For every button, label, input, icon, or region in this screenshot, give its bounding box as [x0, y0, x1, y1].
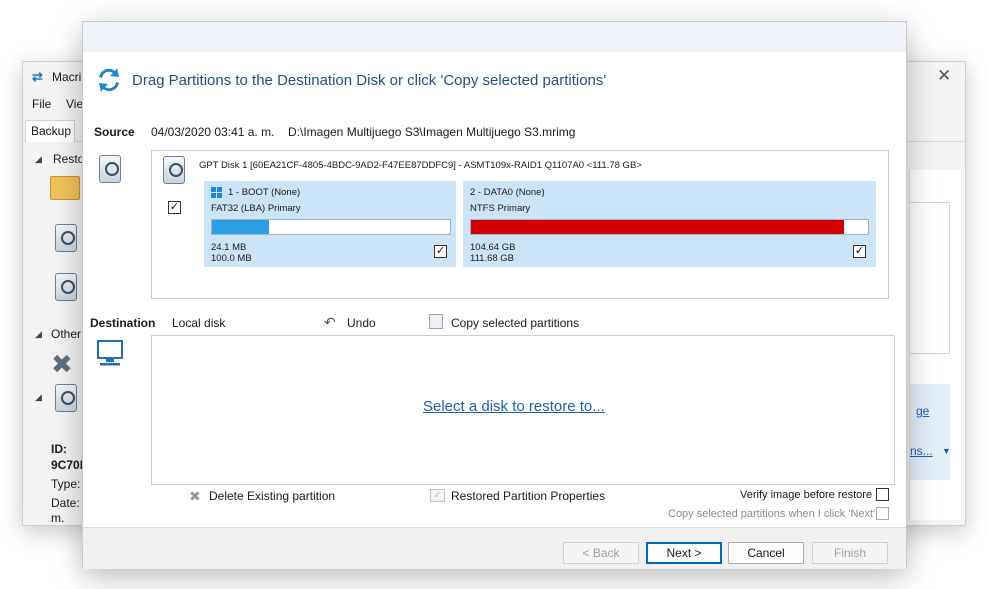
dialog-footer: < Back Next > Cancel Finish [83, 527, 906, 569]
bg-panel [910, 202, 950, 354]
copy-next-label: Copy selected partitions when I click 'N… [668, 508, 876, 520]
dropdown-arrow-icon[interactable]: ▼ [942, 446, 951, 456]
partition-boot[interactable]: 1 - BOOT (None) FAT32 (LBA) Primary 24.1… [204, 181, 456, 267]
partition-total: 111.68 GB [470, 253, 515, 264]
folder-icon[interactable] [50, 176, 80, 200]
bg-date-label: Date: [51, 496, 80, 510]
copy-selected-partitions-button[interactable]: Copy selected partitions [451, 316, 579, 330]
restored-partition-properties-button[interactable]: Restored Partition Properties [451, 489, 605, 503]
dialog-header: Drag Partitions to the Destination Disk … [132, 72, 607, 89]
bg-type-label: Type: [51, 477, 81, 491]
delete-existing-partition-button[interactable]: Delete Existing partition [209, 489, 335, 503]
partition-used: 24.1 MB [211, 242, 247, 253]
finish-button[interactable]: Finish [812, 542, 888, 564]
next-button[interactable]: Next > [646, 542, 722, 564]
partition-checkbox[interactable]: ✓ [853, 245, 866, 258]
destination-local-disk: Local disk [172, 316, 226, 330]
disk-title: GPT Disk 1 [60EA21CF-4805-4BDC-9AD2-F47E… [199, 160, 642, 171]
destination-label: Destination [90, 316, 156, 330]
disk-restore-icon[interactable] [55, 224, 77, 252]
tab-backup[interactable]: Backup [25, 120, 75, 142]
undo-icon[interactable]: ↶ [324, 314, 336, 331]
bg-right-panel: ge ns... ▼ [909, 170, 961, 520]
verify-image-label: Verify image before restore [740, 489, 873, 501]
app-icon: ⇄ [32, 69, 43, 84]
disk-icon [163, 156, 185, 184]
restore-dialog: Drag Partitions to the Destination Disk … [82, 21, 907, 569]
dialog-titlebar [83, 22, 906, 52]
bg-link-2[interactable]: ns... [910, 444, 933, 458]
windows-icon [211, 187, 222, 198]
verify-image-checkbox[interactable]: ✓ [876, 488, 889, 501]
bg-other-heading: Other [51, 327, 82, 341]
bg-link-1[interactable]: ge [916, 404, 929, 418]
bg-date-tail: m. [51, 511, 65, 525]
copy-icon[interactable] [429, 314, 443, 329]
usage-fill [212, 220, 270, 234]
partition-usage-bar [211, 219, 451, 235]
source-path: D:\Imagen Multijuego S3\Imagen Multijueg… [288, 125, 576, 139]
partition-usage-bar [470, 219, 869, 235]
partition-total: 100.0 MB [211, 253, 252, 264]
close-icon[interactable]: ✕ [937, 66, 951, 86]
menu-file[interactable]: File [32, 97, 51, 111]
collapse-arrow-icon[interactable]: ◢ [35, 392, 42, 403]
select-disk-link[interactable]: Select a disk to restore to... [423, 398, 605, 415]
partition-type: NTFS Primary [470, 203, 531, 214]
bg-id-label: ID: [51, 442, 67, 456]
collapse-arrow-icon[interactable]: ◢ [35, 329, 42, 340]
partition-type: FAT32 (LBA) Primary [211, 203, 301, 214]
disk-checkbox[interactable]: ✓ [168, 201, 181, 214]
disk-image-icon [55, 384, 77, 412]
partition-name: 1 - BOOT (None) [228, 187, 301, 198]
copy-next-checkbox[interactable]: ✓ [876, 507, 889, 520]
source-datetime: 04/03/2020 03:41 a. m. [151, 125, 275, 139]
back-button[interactable]: < Back [563, 542, 639, 564]
undo-button[interactable]: Undo [347, 316, 376, 330]
properties-icon[interactable]: ✓ [430, 489, 445, 502]
delete-icon[interactable]: ✖ [189, 488, 201, 505]
partition-name: 2 - DATA0 (None) [470, 187, 545, 198]
destination-panel: Select a disk to restore to... [151, 335, 895, 485]
partition-used: 104.64 GB [470, 242, 516, 253]
source-label: Source [94, 125, 135, 139]
disk-download-icon[interactable] [55, 273, 77, 301]
cancel-button[interactable]: Cancel [728, 542, 804, 564]
bg-window-title: Macri [52, 70, 82, 84]
source-image-icon [99, 155, 121, 183]
tools-icon[interactable]: ✖ [51, 350, 81, 378]
bg-info-panel: ge ns... ▼ [910, 384, 951, 480]
partition-data0[interactable]: 2 - DATA0 (None) NTFS Primary 104.64 GB … [463, 181, 876, 267]
bg-left-panel: ◢ Resto ◢ Other ✖ ◢ ID: 9C70D Type: Date… [23, 144, 88, 525]
menu-view[interactable]: Vie [66, 97, 83, 111]
usage-fill [471, 220, 845, 234]
source-disk-panel: ✓ GPT Disk 1 [60EA21CF-4805-4BDC-9AD2-F4… [151, 150, 889, 299]
collapse-arrow-icon[interactable]: ◢ [35, 154, 42, 165]
partition-checkbox[interactable]: ✓ [434, 245, 447, 258]
restore-arrows-icon [99, 68, 119, 92]
bg-restore-heading: Resto [53, 152, 85, 166]
monitor-icon [97, 340, 123, 366]
